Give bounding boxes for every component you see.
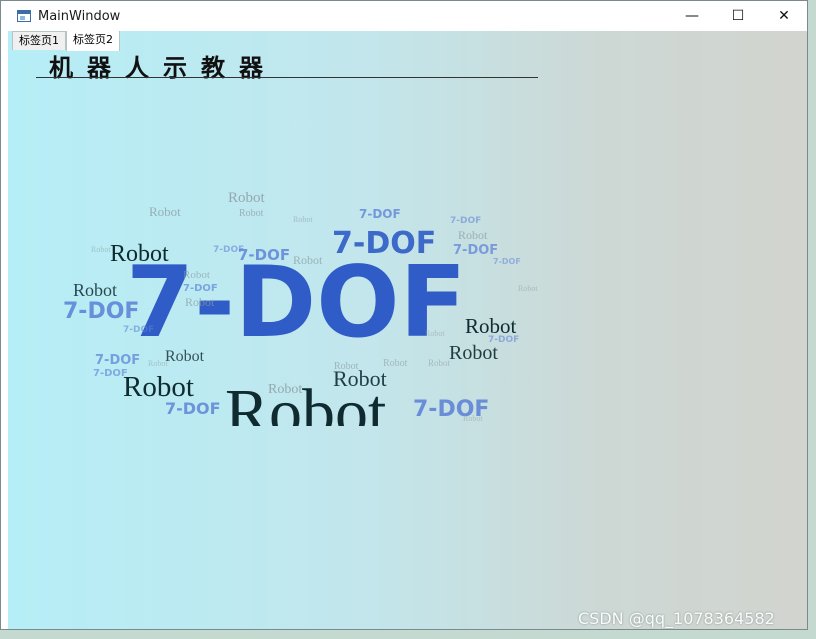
word-cloud-word: Robot	[73, 280, 117, 300]
word-cloud-word: 7-DOF	[165, 399, 221, 418]
word-cloud-word: 7-DOF	[95, 353, 140, 368]
word-cloud-word: Robot	[383, 358, 408, 369]
title-bar[interactable]: MainWindow — ☐ ✕	[1, 1, 807, 31]
word-cloud-word: Robot	[449, 342, 498, 364]
word-cloud-word: 7-DOF	[123, 325, 154, 335]
app-window-icon	[17, 10, 31, 22]
word-cloud-word: 7-DOF	[450, 216, 481, 226]
word-cloud-word: Robot	[428, 358, 451, 368]
word-cloud-word: Robot	[425, 329, 445, 338]
word-cloud-word: Robot	[165, 348, 205, 365]
word-cloud-word: Robot	[183, 269, 210, 281]
word-cloud-word: 7-DOF	[359, 207, 401, 221]
minimize-button[interactable]: —	[669, 1, 715, 31]
word-cloud-word: Robot	[239, 208, 264, 219]
word-cloud-word: Robot	[334, 361, 359, 372]
word-cloud-word: 7-DOF	[183, 283, 218, 294]
word-cloud-word: 7-DOF	[238, 246, 290, 264]
word-cloud-word: 7-DOF	[213, 245, 244, 255]
maximize-button[interactable]: ☐	[715, 1, 761, 31]
window-controls: — ☐ ✕	[669, 1, 807, 31]
word-cloud-word: 7-DOF	[63, 299, 139, 324]
word-cloud-word: Robot	[228, 190, 266, 206]
word-cloud-word: Robot	[110, 241, 169, 267]
word-cloud-word: 7-DOF	[488, 335, 519, 345]
word-cloud-image: 7-DOFRobot7-DOFRobotRobotRobot7-DOF7-DOF…	[63, 190, 538, 426]
word-cloud-word: 7-DOF	[332, 226, 436, 261]
word-cloud-word: Robot	[268, 382, 302, 397]
word-cloud-word: Robot	[293, 253, 323, 267]
window-title: MainWindow	[38, 8, 121, 24]
word-cloud-word: Robot	[458, 228, 488, 242]
word-cloud-word: 7-DOF	[93, 368, 128, 379]
main-window: MainWindow — ☐ ✕ 标签页1 标签页2 机器人示教器 7-DOF R…	[0, 0, 808, 630]
word-cloud-word: 7-DOF	[453, 243, 498, 258]
word-cloud-word: Robot	[149, 204, 181, 219]
word-cloud-word: Robot	[91, 245, 111, 254]
word-cloud-word: Robot	[518, 284, 538, 293]
watermark: CSDN @qq_1078364582	[578, 609, 775, 628]
word-cloud-word: Robot	[185, 295, 215, 309]
close-button[interactable]: ✕	[761, 1, 807, 31]
client-area: 标签页1 标签页2 机器人示教器 7-DOF Robot 7-DOF Robot Rob…	[8, 31, 807, 629]
title-divider	[36, 77, 538, 78]
word-cloud-word: Robot	[148, 359, 168, 368]
word-cloud-word: Robot	[463, 414, 483, 423]
word-cloud-word: 7-DOF	[493, 257, 521, 266]
word-cloud-word: Robot	[293, 215, 313, 224]
